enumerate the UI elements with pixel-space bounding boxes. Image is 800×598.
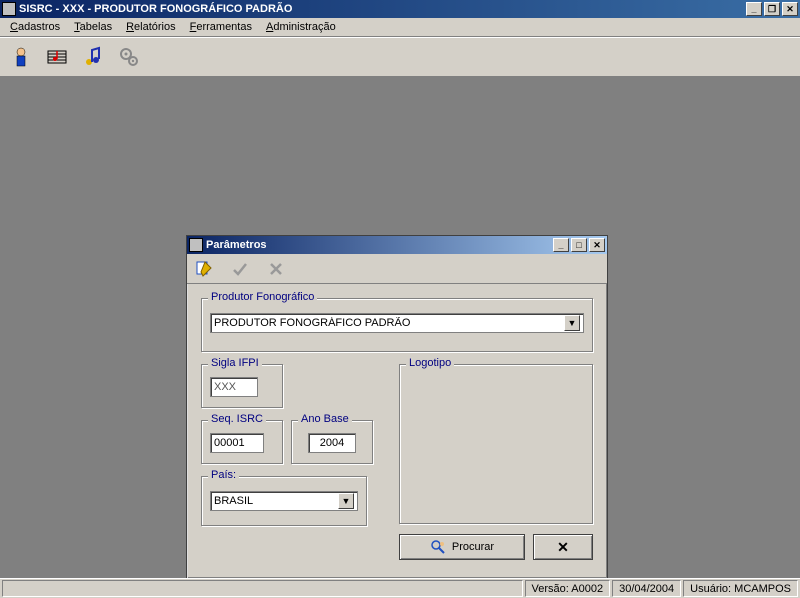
menu-administracao-label: dministração [273,21,335,33]
minimize-button[interactable]: _ [746,2,762,16]
dialog-titlebar: Parâmetros _ □ ✕ [187,236,607,254]
statusbar: Versão: A0002 30/04/2004 Usuário: MCAMPO… [0,578,800,598]
status-spacer [2,580,523,597]
dialog-title: Parâmetros [206,239,553,251]
group-ano: Ano Base [291,420,373,464]
produtor-value: PRODUTOR FONOGRÁFICO PADRÃO [214,317,564,329]
group-logotipo: Logotipo [399,364,593,524]
dialog-maximize-button[interactable]: □ [571,238,587,252]
mdi-client-area: Parâmetros _ □ ✕ [0,77,800,578]
main-titlebar: SISRC - XXX - PRODUTOR FONOGRÁFICO PADRÃ… [0,0,800,18]
menubar: Cadastros Tabelas Relatórios Ferramentas… [0,18,800,37]
status-version: Versão: A0002 [525,580,611,597]
chevron-down-icon[interactable]: ▼ [338,493,354,509]
menu-relatorios-label: elatórios [134,21,176,33]
menu-tabelas-label: abelas [80,21,112,33]
dialog-confirm-button[interactable] [229,258,251,280]
label-logotipo: Logotipo [406,357,454,369]
menu-ferramentas[interactable]: Ferramentas [184,19,258,35]
procurar-button[interactable]: Procurar [399,534,525,560]
ano-input[interactable] [308,433,356,453]
group-produtor: Produtor Fonográfico PRODUTOR FONOGRÁFIC… [201,298,593,352]
status-user: Usuário: MCAMPOS [683,580,798,597]
pais-value: BRASIL [214,495,338,507]
dialog-x-button[interactable]: ✕ [533,534,593,560]
search-person-icon [430,539,446,555]
group-seq: Seq. ISRC [201,420,283,464]
dialog-close-button[interactable]: ✕ [589,238,605,252]
menu-cadastros-label: adastros [18,21,60,33]
person-icon [9,45,33,69]
sigla-input[interactable] [210,377,258,397]
menu-tabelas[interactable]: Tabelas [68,19,118,35]
menu-ferramentas-label: erramentas [196,21,252,33]
close-x-icon: ✕ [557,539,569,556]
toolbar-music-notes-button[interactable] [76,40,110,74]
pais-combobox[interactable]: BRASIL ▼ [210,491,358,511]
group-sigla: Sigla IFPI [201,364,283,408]
dialog-body: Produtor Fonográfico PRODUTOR FONOGRÁFIC… [187,284,607,578]
gears-icon [117,45,141,69]
label-produtor: Produtor Fonográfico [208,291,317,303]
menu-administracao[interactable]: Administração [260,19,342,35]
group-pais: País: BRASIL ▼ [201,476,367,526]
label-ano: Ano Base [298,413,352,425]
menu-relatorios[interactable]: Relatórios [120,19,182,35]
menu-cadastros[interactable]: Cadastros [4,19,66,35]
app-icon [2,2,16,16]
procurar-label: Procurar [452,541,494,553]
label-pais: País: [208,469,239,481]
main-toolbar [0,37,800,77]
edit-icon [195,260,213,278]
check-icon [232,261,248,277]
maximize-button[interactable]: ❐ [764,2,780,16]
seq-input[interactable] [210,433,264,453]
parametros-dialog: Parâmetros _ □ ✕ [186,235,608,579]
label-sigla: Sigla IFPI [208,357,262,369]
dialog-cancel-button[interactable] [265,258,287,280]
status-date: 30/04/2004 [612,580,681,597]
cancel-x-icon [268,261,284,277]
toolbar-music-sheet-button[interactable] [40,40,74,74]
dialog-minimize-button[interactable]: _ [553,238,569,252]
produtor-combobox[interactable]: PRODUTOR FONOGRÁFICO PADRÃO ▼ [210,313,584,333]
music-notes-icon [81,45,105,69]
toolbar-gears-button[interactable] [112,40,146,74]
dialog-toolbar [187,254,607,284]
dialog-edit-button[interactable] [193,258,215,280]
dialog-icon [189,238,203,252]
window-title: SISRC - XXX - PRODUTOR FONOGRÁFICO PADRÃ… [19,3,746,15]
chevron-down-icon[interactable]: ▼ [564,315,580,331]
close-button[interactable]: ✕ [782,2,798,16]
music-sheet-icon [45,45,69,69]
label-seq: Seq. ISRC [208,413,266,425]
toolbar-person-button[interactable] [4,40,38,74]
